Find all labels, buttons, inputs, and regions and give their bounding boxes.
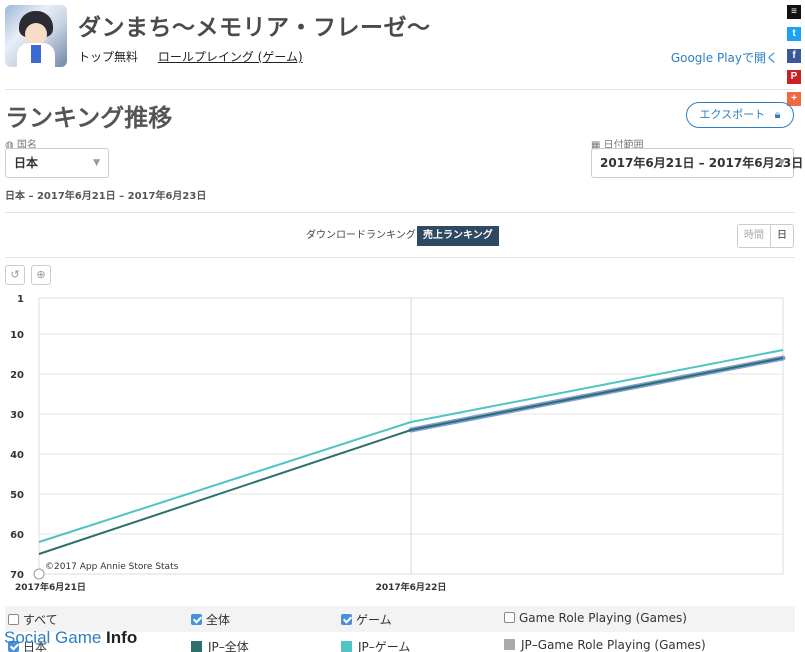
- legend-series-overall: JP–全体: [191, 638, 249, 652]
- legend-overall[interactable]: 全体: [191, 611, 230, 628]
- chevron-down-icon: ▼: [93, 158, 100, 168]
- legend-series-rp: JP–Game Role Playing (Games): [504, 638, 706, 652]
- filter-summary: 日本 – 2017年6月21日 – 2017年6月23日: [5, 191, 207, 202]
- hour-toggle[interactable]: 時間: [738, 225, 770, 247]
- country-value: 日本: [14, 156, 39, 170]
- legend-all[interactable]: すべて: [8, 611, 58, 628]
- chevron-down-icon: ▼: [778, 158, 785, 168]
- checkbox-overall[interactable]: [191, 614, 202, 625]
- watermark-logo: Social Game Info: [4, 628, 138, 647]
- app-title: ダンまち〜メモリア・フレーゼ〜: [78, 15, 431, 41]
- zoom-icon[interactable]: ⊕: [31, 265, 51, 285]
- x-tick-label: 2017年6月22日: [376, 581, 447, 593]
- country-select[interactable]: 日本 ▼: [5, 148, 109, 178]
- y-tick-label: 70: [10, 570, 24, 581]
- app-icon: [5, 5, 67, 67]
- y-tick-label: 40: [10, 450, 24, 461]
- chart-copyright: ©2017 App Annie Store Stats: [45, 562, 179, 572]
- y-tick-label: 60: [10, 530, 24, 541]
- google-play-link[interactable]: Google Playで開く: [671, 49, 778, 66]
- lock-icon: 🔒︎: [774, 108, 781, 121]
- divider: [5, 212, 795, 213]
- y-tick-label: 1: [17, 294, 24, 305]
- y-tick-label: 10: [10, 330, 24, 341]
- legend-role-playing[interactable]: Game Role Playing (Games): [504, 611, 687, 625]
- section-title: ランキング推移: [5, 104, 173, 132]
- swatch-game: [341, 641, 352, 652]
- granularity-toggle: 時間 日: [737, 224, 794, 248]
- y-tick-label: 20: [10, 370, 24, 381]
- checkbox-game[interactable]: [341, 614, 352, 625]
- pinterest-share-icon[interactable]: P: [787, 70, 801, 84]
- date-range-select[interactable]: 2017年6月21日 – 2017年6月23日 ▼: [591, 148, 803, 178]
- reset-icon[interactable]: ↺: [5, 265, 25, 285]
- legend-game[interactable]: ゲーム: [341, 611, 392, 628]
- range-handle: [33, 568, 45, 580]
- facebook-share-icon[interactable]: f: [787, 49, 801, 63]
- ranking-chart: 1 10 20 30 40 50 60 702017年6月21日 2017年6月22日 ©2017…: [10, 294, 786, 593]
- y-tick-label: 30: [10, 410, 24, 421]
- y-tick-label: 50: [10, 490, 24, 501]
- export-button[interactable]: エクスポート 🔒︎: [686, 102, 794, 128]
- app-meta: トップ無料 ロールプレイング (ゲーム): [78, 48, 319, 65]
- day-toggle[interactable]: 日: [770, 225, 793, 247]
- swatch-rp: [504, 639, 515, 650]
- legend-series-game: JP–ゲーム: [341, 638, 410, 652]
- tab-download-ranking[interactable]: ダウンロードランキング: [306, 226, 416, 246]
- date-range-value: 2017年6月21日 – 2017年6月23日: [600, 156, 804, 170]
- divider: [5, 89, 795, 90]
- divider: [5, 257, 795, 258]
- tab-revenue-ranking[interactable]: 売上ランキング: [417, 226, 499, 246]
- export-label: エクスポート: [699, 108, 766, 121]
- checkbox-all[interactable]: [8, 614, 19, 625]
- category-link[interactable]: ロールプレイング (ゲーム): [158, 50, 303, 64]
- x-tick-label: 2017年6月21日: [15, 581, 86, 593]
- twitter-share-icon[interactable]: t: [787, 27, 801, 41]
- buffer-share-icon[interactable]: ≡: [787, 5, 801, 19]
- checkbox-role-playing[interactable]: [504, 612, 515, 623]
- rank-type: トップ無料: [78, 50, 139, 64]
- swatch-overall: [191, 641, 202, 652]
